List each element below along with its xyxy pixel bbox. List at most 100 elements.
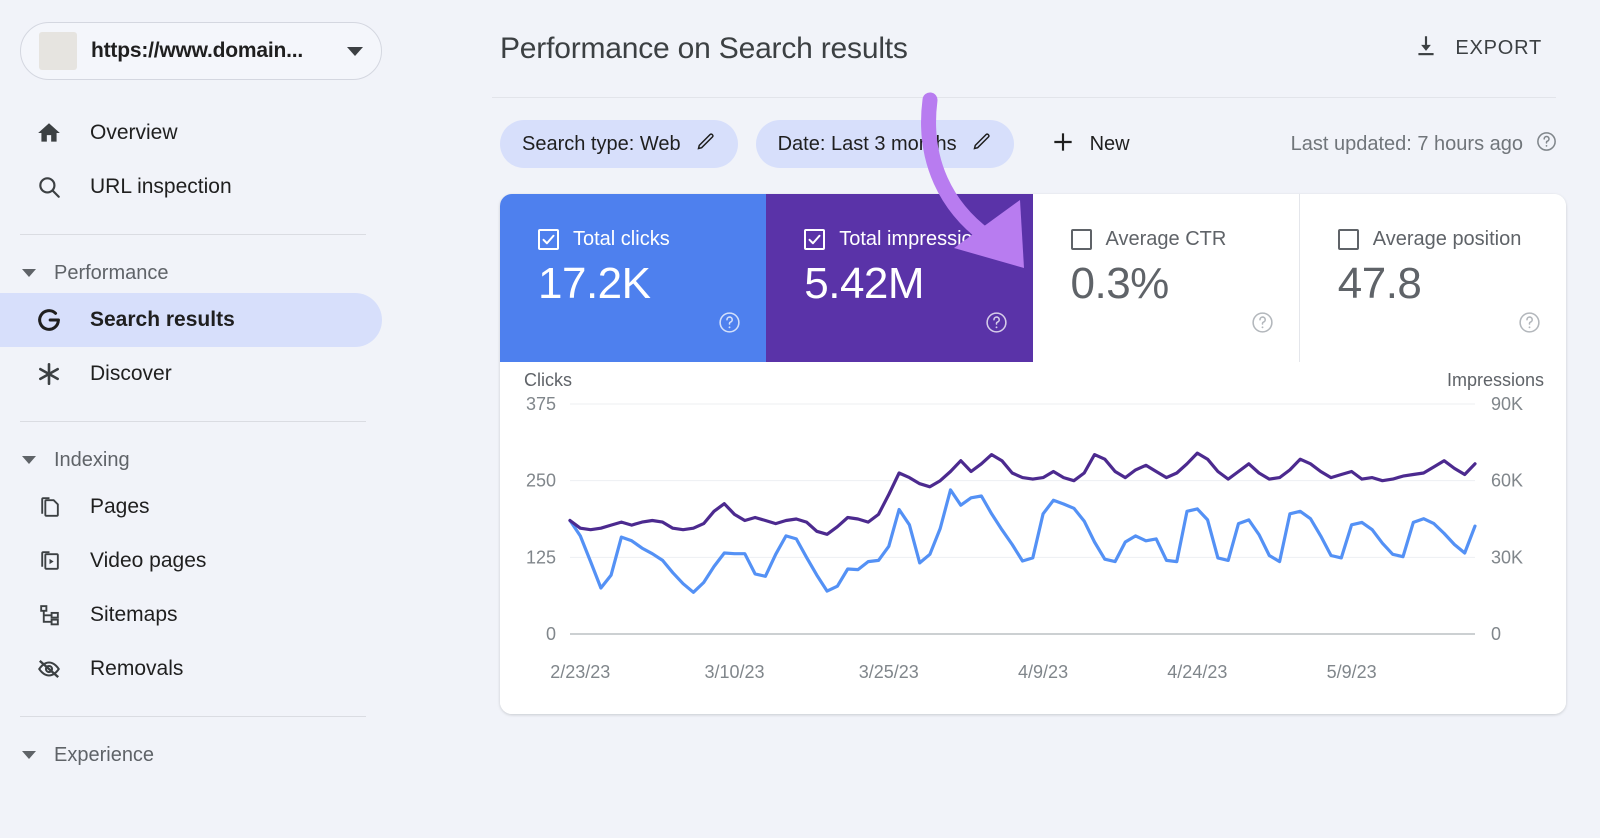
help-circle-icon[interactable] <box>984 310 1009 340</box>
sidebar-divider <box>20 421 366 422</box>
svg-text:3/25/23: 3/25/23 <box>859 662 919 682</box>
svg-text:4/24/23: 4/24/23 <box>1167 662 1227 682</box>
chevron-down-icon <box>22 456 36 464</box>
sidebar-item-search-results[interactable]: Search results <box>0 293 382 347</box>
search-icon <box>34 172 64 202</box>
sitemap-icon <box>34 600 64 630</box>
google-g-icon <box>34 305 64 335</box>
main-content: Performance on Search results EXPORT Sea… <box>492 0 1600 838</box>
filter-chip-label: Date: Last 3 months <box>777 132 957 155</box>
chart-series-clicks <box>568 488 1477 594</box>
sidebar-item-label: Video pages <box>90 549 207 572</box>
sidebar-item-label: Discover <box>90 362 172 385</box>
sidebar-item-label: URL inspection <box>90 175 232 198</box>
checkbox-unchecked-icon[interactable] <box>1070 229 1092 250</box>
performance-chart: Clicks Impressions 0 125 250 375 0 30K 60K 90K 2… <box>500 362 1566 714</box>
plus-icon <box>1050 129 1076 160</box>
sidebar-item-pages[interactable]: Pages <box>0 480 382 534</box>
svg-text:30K: 30K <box>1491 547 1523 567</box>
checkbox-checked-icon[interactable] <box>804 229 826 250</box>
help-circle-icon[interactable] <box>717 310 742 340</box>
svg-text:3/10/23: 3/10/23 <box>705 662 765 682</box>
sidebar-item-label: Overview <box>90 121 178 144</box>
export-button[interactable]: EXPORT <box>1413 33 1556 64</box>
sidebar-divider <box>20 234 366 235</box>
metric-value: 17.2K <box>538 259 651 308</box>
metric-card-total-impressions[interactable]: Total impressions 5.42M <box>766 194 1033 362</box>
metric-card-average-position[interactable]: Average position 47.8 <box>1298 194 1566 362</box>
property-selector[interactable]: https://www.domain... <box>20 22 382 80</box>
svg-text:5/9/23: 5/9/23 <box>1327 662 1377 682</box>
sidebar-item-label: Pages <box>90 495 150 518</box>
chevron-down-icon <box>347 46 363 56</box>
metric-cards: Total clicks 17.2K Total impressions 5.4 <box>500 194 1566 362</box>
filter-chip-date[interactable]: Date: Last 3 months <box>755 120 1014 168</box>
metric-card-average-ctr[interactable]: Average CTR 0.3% <box>1032 194 1299 362</box>
pencil-icon <box>695 131 716 157</box>
export-label: EXPORT <box>1455 37 1542 59</box>
video-pages-icon <box>34 546 64 576</box>
home-icon <box>34 118 64 148</box>
sidebar-group-performance[interactable]: Performance <box>0 253 492 293</box>
eye-off-icon <box>34 654 64 684</box>
svg-text:4/9/23: 4/9/23 <box>1018 662 1068 682</box>
sidebar-group-label: Performance <box>54 261 169 284</box>
metric-card-total-clicks[interactable]: Total clicks 17.2K <box>500 194 767 362</box>
svg-text:2/23/23: 2/23/23 <box>550 662 610 682</box>
performance-panel: Total clicks 17.2K Total impressions 5.4 <box>500 194 1566 714</box>
sidebar-item-discover[interactable]: Discover <box>0 347 382 401</box>
help-circle-icon[interactable] <box>1250 310 1275 340</box>
new-filter-button[interactable]: New <box>1040 129 1144 160</box>
svg-text:90K: 90K <box>1491 394 1523 414</box>
chevron-down-icon <box>22 269 36 277</box>
help-circle-icon[interactable] <box>1535 130 1558 159</box>
sidebar-item-label: Removals <box>90 657 184 680</box>
metric-label: Average position <box>1372 228 1522 250</box>
help-circle-icon[interactable] <box>1517 310 1542 340</box>
sidebar-group-experience[interactable]: Experience <box>0 735 492 775</box>
sidebar-item-url-inspection[interactable]: URL inspection <box>0 160 382 214</box>
sidebar-item-removals[interactable]: Removals <box>0 642 382 696</box>
svg-text:0: 0 <box>546 624 556 644</box>
sidebar: https://www.domain... Overview URL inspe… <box>0 0 492 838</box>
svg-text:60K: 60K <box>1491 471 1523 491</box>
chart-series-impressions <box>568 451 1477 536</box>
metric-value: 0.3% <box>1070 259 1170 308</box>
filter-bar: Search type: Web Date: Last 3 months New… <box>492 104 1566 184</box>
svg-text:125: 125 <box>526 547 556 567</box>
metric-label: Average CTR <box>1105 228 1227 250</box>
sidebar-item-video-pages[interactable]: Video pages <box>0 534 382 588</box>
property-url: https://www.domain... <box>91 39 304 62</box>
checkbox-checked-icon[interactable] <box>538 229 559 250</box>
checkbox-unchecked-icon[interactable] <box>1337 229 1359 250</box>
pencil-icon <box>971 131 992 157</box>
svg-text:0: 0 <box>1491 624 1501 644</box>
svg-text:250: 250 <box>526 471 556 491</box>
pages-icon <box>34 492 64 522</box>
asterisk-icon <box>34 359 64 389</box>
svg-text:375: 375 <box>526 394 556 414</box>
sidebar-item-label: Search results <box>90 308 235 331</box>
filter-chip-search-type[interactable]: Search type: Web <box>500 120 738 168</box>
sidebar-item-overview[interactable]: Overview <box>0 106 382 160</box>
sidebar-nav: Overview URL inspection Performance Sear… <box>0 106 492 775</box>
new-filter-label: New <box>1089 132 1130 155</box>
metric-label: Total clicks <box>573 228 670 250</box>
metric-value: 47.8 <box>1337 259 1422 308</box>
sidebar-item-sitemaps[interactable]: Sitemaps <box>0 588 382 642</box>
property-thumbnail <box>39 32 77 70</box>
last-updated: Last updated: 7 hours ago <box>1291 130 1566 159</box>
chart-canvas: 0 125 250 375 0 30K 60K 90K 2/23/23 3/10/23 3/25/2… <box>526 394 1523 682</box>
search-console-app: https://www.domain... Overview URL inspe… <box>0 0 1600 838</box>
last-updated-label: Last updated: 7 hours ago <box>1290 132 1523 155</box>
sidebar-group-indexing[interactable]: Indexing <box>0 440 492 480</box>
sidebar-group-label: Experience <box>54 743 155 766</box>
chevron-down-icon <box>22 751 36 759</box>
filter-chip-label: Search type: Web <box>522 132 681 155</box>
metric-label: Total impressions <box>839 228 994 250</box>
download-icon <box>1413 33 1439 64</box>
main-header: Performance on Search results EXPORT <box>492 0 1556 98</box>
page-title: Performance on Search results <box>500 31 908 65</box>
metric-value: 5.42M <box>804 259 925 308</box>
sidebar-divider <box>20 716 366 717</box>
